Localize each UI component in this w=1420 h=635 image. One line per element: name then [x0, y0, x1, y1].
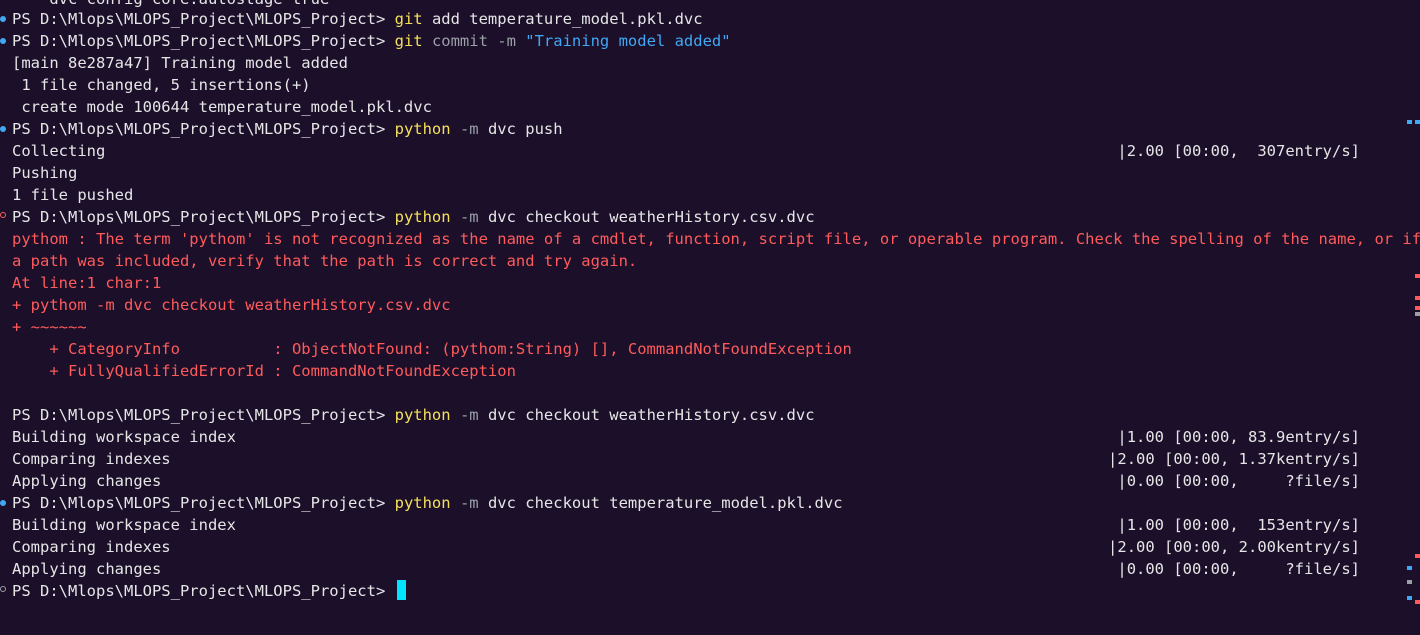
error-line: At line:1 char:1: [12, 274, 162, 292]
command-string: "Training model added": [525, 32, 731, 50]
command-flag: -m: [450, 120, 488, 138]
command-success-icon: [0, 500, 6, 506]
error-line: + pythom -m dvc checkout weatherHistory.…: [12, 296, 451, 314]
output-line: Collecting |2.00 [00:00, 307entry/s]: [12, 140, 1390, 162]
error-line: + ~~~~~~: [12, 318, 87, 336]
progress-readout: |2.00 [00:00, 1.37kentry/s]: [1108, 450, 1360, 468]
command-name: git: [394, 10, 423, 28]
command-success-icon: [0, 126, 6, 132]
output-line: Pushing: [12, 164, 78, 182]
scroll-mark: [1415, 312, 1420, 316]
output-line: create mode 100644 temperature_model.pkl…: [12, 98, 432, 116]
command-args: add temperature_model.pkl.dvc: [422, 10, 703, 28]
prompt: PS D:\Mlops\MLOPS_Project\MLOPS_Project>: [12, 208, 395, 226]
progress-readout: |2.00 [00:00, 2.00kentry/s]: [1108, 538, 1360, 556]
scroll-mark: [1415, 600, 1420, 604]
command-name: python: [394, 494, 451, 512]
scroll-mark: [1415, 554, 1420, 558]
command-pending-icon: [0, 586, 6, 592]
prompt: PS D:\Mlops\MLOPS_Project\MLOPS_Project>: [12, 582, 395, 600]
command-args: dvc checkout weatherHistory.csv.dvc: [487, 208, 815, 226]
scroll-mark: [1407, 120, 1412, 124]
command-flag: -m: [450, 406, 488, 424]
prompt: PS D:\Mlops\MLOPS_Project\MLOPS_Project>: [12, 406, 395, 424]
command-name: python: [394, 406, 451, 424]
output-text: Applying changes: [12, 472, 162, 490]
scroll-mark: [1415, 120, 1420, 124]
command-line: PS D:\Mlops\MLOPS_Project\MLOPS_Project>…: [12, 118, 1390, 140]
output-text: Building workspace index: [12, 428, 236, 446]
error-line: + CategoryInfo : ObjectNotFound: (pythom…: [12, 340, 852, 358]
scroll-mark: [1415, 306, 1420, 310]
active-prompt-line[interactable]: PS D:\Mlops\MLOPS_Project\MLOPS_Project>: [12, 580, 1390, 602]
progress-readout: |0.00 [00:00, ?file/s]: [1117, 560, 1360, 578]
command-success-icon: [0, 16, 6, 22]
output-line: Applying changes |0.00 [00:00, ?file/s]: [12, 558, 1390, 580]
error-line: pythom : The term 'pythom' is not recogn…: [12, 230, 1420, 248]
error-line: + FullyQualifiedErrorId : CommandNotFoun…: [12, 362, 516, 380]
output-text: Comparing indexes: [12, 450, 171, 468]
error-line: a path was included, verify that the pat…: [12, 252, 638, 270]
command-flag: -m: [450, 208, 488, 226]
command-name: python: [394, 208, 451, 226]
text-cursor[interactable]: [396, 580, 406, 600]
command-args: dvc checkout temperature_model.pkl.dvc: [487, 494, 843, 512]
progress-readout: |2.00 [00:00, 307entry/s]: [1117, 142, 1360, 160]
output-line: Comparing indexes |2.00 [00:00, 1.37kentr…: [12, 448, 1390, 470]
command-line: PS D:\Mlops\MLOPS_Project\MLOPS_Project>…: [12, 404, 1390, 426]
progress-readout: |1.00 [00:00, 153entry/s]: [1117, 516, 1360, 534]
command-line: PS D:\Mlops\MLOPS_Project\MLOPS_Project>…: [12, 206, 1390, 228]
progress-readout: |0.00 [00:00, ?file/s]: [1117, 472, 1360, 490]
command-name: python: [394, 120, 451, 138]
output-text: Collecting: [12, 142, 106, 160]
output-text: Comparing indexes: [12, 538, 171, 556]
command-flag: -m: [450, 494, 488, 512]
prompt: PS D:\Mlops\MLOPS_Project\MLOPS_Project>: [12, 10, 395, 28]
scroll-mark: [1407, 566, 1412, 570]
command-flag: commit -m: [422, 32, 526, 50]
command-success-icon: [0, 38, 6, 44]
command-error-icon: [0, 212, 6, 218]
output-line: 1 file pushed: [12, 186, 134, 204]
command-line: PS D:\Mlops\MLOPS_Project\MLOPS_Project>…: [12, 492, 1390, 514]
output-line: [main 8e287a47] Training model added: [12, 54, 348, 72]
prompt: PS D:\Mlops\MLOPS_Project\MLOPS_Project>: [12, 32, 395, 50]
scroll-mark: [1407, 580, 1412, 584]
command-args: dvc checkout weatherHistory.csv.dvc: [487, 406, 815, 424]
output-line: Applying changes |0.00 [00:00, ?file/s]: [12, 470, 1390, 492]
command-line: PS D:\Mlops\MLOPS_Project\MLOPS_Project>…: [12, 8, 1390, 30]
output-line: 1 file changed, 5 insertions(+): [12, 76, 311, 94]
scroll-mark: [1407, 596, 1412, 600]
command-name: git: [394, 32, 423, 50]
terminal-panel[interactable]: dvc config core.autostage true PS D:\Mlo…: [0, 0, 1420, 635]
command-args: dvc push: [487, 120, 563, 138]
output-line: Building workspace index |1.00 [00:00, 15…: [12, 514, 1390, 536]
prompt: PS D:\Mlops\MLOPS_Project\MLOPS_Project>: [12, 120, 395, 138]
output-line: Comparing indexes |2.00 [00:00, 2.00kentr…: [12, 536, 1390, 558]
scrollbar[interactable]: [1406, 0, 1420, 635]
output-text: Applying changes: [12, 560, 162, 578]
output-text: Building workspace index: [12, 516, 236, 534]
prompt: PS D:\Mlops\MLOPS_Project\MLOPS_Project>: [12, 494, 395, 512]
scroll-mark: [1415, 274, 1420, 278]
scroll-mark: [1415, 296, 1420, 300]
output-line: Building workspace index |1.00 [00:00, 83…: [12, 426, 1390, 448]
progress-readout: |1.00 [00:00, 83.9entry/s]: [1117, 428, 1360, 446]
command-line: PS D:\Mlops\MLOPS_Project\MLOPS_Project>…: [12, 30, 1390, 52]
